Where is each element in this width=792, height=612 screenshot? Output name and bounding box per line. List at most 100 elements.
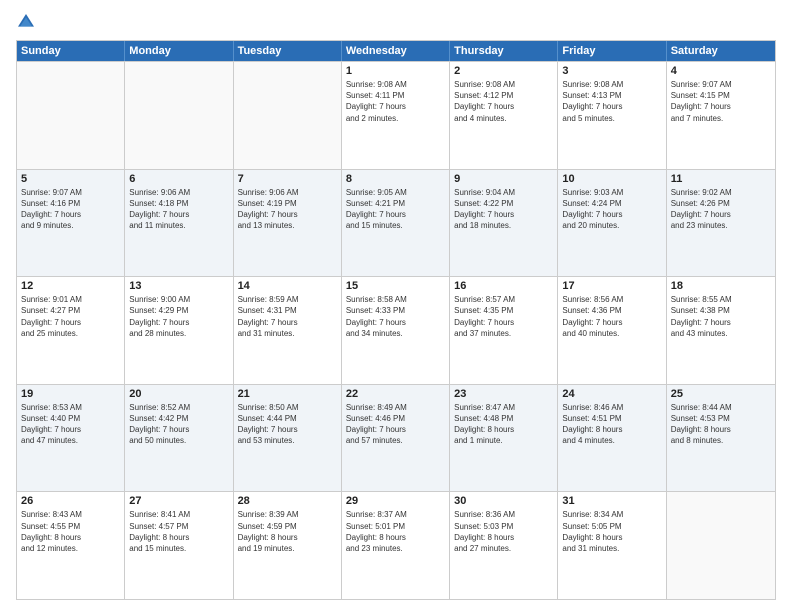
cell-info: Sunrise: 8:34 AM Sunset: 5:05 PM Dayligh… bbox=[562, 509, 661, 554]
calendar-cell-10: 10 Sunrise: 9:03 AM Sunset: 4:24 PM Dayli… bbox=[558, 170, 666, 277]
calendar-cell-7: 7Sunrise: 9:06 AM Sunset: 4:19 PM Daylig… bbox=[234, 170, 342, 277]
calendar-cell-empty-0-1 bbox=[125, 62, 233, 169]
cell-info: Sunrise: 9:08 AM Sunset: 4:12 PM Dayligh… bbox=[454, 79, 553, 124]
calendar-cell-empty-0-0 bbox=[17, 62, 125, 169]
page: SundayMondayTuesdayWednesdayThursdayFrid… bbox=[0, 0, 792, 612]
calendar-cell-empty-0-2 bbox=[234, 62, 342, 169]
cell-info: Sunrise: 9:06 AM Sunset: 4:18 PM Dayligh… bbox=[129, 187, 228, 232]
day-number: 6 bbox=[129, 173, 228, 185]
cell-info: Sunrise: 8:50 AM Sunset: 4:44 PM Dayligh… bbox=[238, 402, 337, 447]
calendar-cell-6: 6 Sunrise: 9:06 AM Sunset: 4:18 PM Daylig… bbox=[125, 170, 233, 277]
cell-info: Sunrise: 8:41 AM Sunset: 4:57 PM Dayligh… bbox=[129, 509, 228, 554]
day-number: 15 bbox=[346, 280, 445, 292]
calendar-cell-31: 31 Sunrise: 8:34 AM Sunset: 5:05 PM Dayli… bbox=[558, 492, 666, 599]
header-day-friday: Friday bbox=[558, 41, 666, 61]
header-day-saturday: Saturday bbox=[667, 41, 775, 61]
cell-info: Sunrise: 9:03 AM Sunset: 4:24 PM Dayligh… bbox=[562, 187, 661, 232]
header-day-tuesday: Tuesday bbox=[234, 41, 342, 61]
day-number: 20 bbox=[129, 388, 228, 400]
calendar-cell-26: 26 Sunrise: 8:43 AM Sunset: 4:55 PM Dayli… bbox=[17, 492, 125, 599]
logo bbox=[16, 12, 40, 32]
header bbox=[16, 12, 776, 32]
calendar-cell-24: 24 Sunrise: 8:46 AM Sunset: 4:51 PM Dayli… bbox=[558, 385, 666, 492]
calendar-row-1: 1 Sunrise: 9:08 AM Sunset: 4:11 PM Daylig… bbox=[17, 61, 775, 169]
header-day-monday: Monday bbox=[125, 41, 233, 61]
calendar-row-4: 19 Sunrise: 8:53 AM Sunset: 4:40 PM Dayli… bbox=[17, 384, 775, 492]
day-number: 2 bbox=[454, 65, 553, 77]
calendar-cell-1: 1 Sunrise: 9:08 AM Sunset: 4:11 PM Daylig… bbox=[342, 62, 450, 169]
day-number: 23 bbox=[454, 388, 553, 400]
header-day-thursday: Thursday bbox=[450, 41, 558, 61]
calendar-cell-25: 25 Sunrise: 8:44 AM Sunset: 4:53 PM Dayli… bbox=[667, 385, 775, 492]
day-number: 16 bbox=[454, 280, 553, 292]
day-number: 18 bbox=[671, 280, 771, 292]
calendar-body: 1 Sunrise: 9:08 AM Sunset: 4:11 PM Daylig… bbox=[17, 61, 775, 599]
cell-info: Sunrise: 9:07 AM Sunset: 4:16 PM Dayligh… bbox=[21, 187, 120, 232]
calendar-cell-empty-4-6 bbox=[667, 492, 775, 599]
day-number: 27 bbox=[129, 495, 228, 507]
calendar-row-3: 12 Sunrise: 9:01 AM Sunset: 4:27 PM Dayli… bbox=[17, 276, 775, 384]
cell-info: Sunrise: 8:57 AM Sunset: 4:35 PM Dayligh… bbox=[454, 294, 553, 339]
calendar-cell-5: 5 Sunrise: 9:07 AM Sunset: 4:16 PM Daylig… bbox=[17, 170, 125, 277]
cell-info: Sunrise: 8:37 AM Sunset: 5:01 PM Dayligh… bbox=[346, 509, 445, 554]
day-number: 19 bbox=[21, 388, 120, 400]
day-number: 28 bbox=[238, 495, 337, 507]
calendar-header: SundayMondayTuesdayWednesdayThursdayFrid… bbox=[17, 41, 775, 61]
header-day-sunday: Sunday bbox=[17, 41, 125, 61]
calendar-cell-9: 9Sunrise: 9:04 AM Sunset: 4:22 PM Daylig… bbox=[450, 170, 558, 277]
calendar-cell-13: 13 Sunrise: 9:00 AM Sunset: 4:29 PM Dayli… bbox=[125, 277, 233, 384]
cell-info: Sunrise: 8:44 AM Sunset: 4:53 PM Dayligh… bbox=[671, 402, 771, 447]
day-number: 10 bbox=[562, 173, 661, 185]
cell-info: Sunrise: 9:00 AM Sunset: 4:29 PM Dayligh… bbox=[129, 294, 228, 339]
day-number: 8 bbox=[346, 173, 445, 185]
cell-info: Sunrise: 9:01 AM Sunset: 4:27 PM Dayligh… bbox=[21, 294, 120, 339]
calendar-row-5: 26 Sunrise: 8:43 AM Sunset: 4:55 PM Dayli… bbox=[17, 491, 775, 599]
cell-info: Sunrise: 9:08 AM Sunset: 4:13 PM Dayligh… bbox=[562, 79, 661, 124]
calendar-cell-12: 12 Sunrise: 9:01 AM Sunset: 4:27 PM Dayli… bbox=[17, 277, 125, 384]
calendar-cell-20: 20Sunrise: 8:52 AM Sunset: 4:42 PM Dayli… bbox=[125, 385, 233, 492]
cell-info: Sunrise: 8:46 AM Sunset: 4:51 PM Dayligh… bbox=[562, 402, 661, 447]
cell-info: Sunrise: 8:39 AM Sunset: 4:59 PM Dayligh… bbox=[238, 509, 337, 554]
day-number: 11 bbox=[671, 173, 771, 185]
calendar: SundayMondayTuesdayWednesdayThursdayFrid… bbox=[16, 40, 776, 600]
calendar-cell-8: 8Sunrise: 9:05 AM Sunset: 4:21 PM Daylig… bbox=[342, 170, 450, 277]
calendar-cell-19: 19 Sunrise: 8:53 AM Sunset: 4:40 PM Dayli… bbox=[17, 385, 125, 492]
cell-info: Sunrise: 8:43 AM Sunset: 4:55 PM Dayligh… bbox=[21, 509, 120, 554]
calendar-cell-29: 29Sunrise: 8:37 AM Sunset: 5:01 PM Dayli… bbox=[342, 492, 450, 599]
cell-info: Sunrise: 9:07 AM Sunset: 4:15 PM Dayligh… bbox=[671, 79, 771, 124]
cell-info: Sunrise: 8:36 AM Sunset: 5:03 PM Dayligh… bbox=[454, 509, 553, 554]
cell-info: Sunrise: 9:02 AM Sunset: 4:26 PM Dayligh… bbox=[671, 187, 771, 232]
day-number: 25 bbox=[671, 388, 771, 400]
calendar-cell-17: 17Sunrise: 8:56 AM Sunset: 4:36 PM Dayli… bbox=[558, 277, 666, 384]
header-day-wednesday: Wednesday bbox=[342, 41, 450, 61]
day-number: 13 bbox=[129, 280, 228, 292]
day-number: 1 bbox=[346, 65, 445, 77]
cell-info: Sunrise: 8:58 AM Sunset: 4:33 PM Dayligh… bbox=[346, 294, 445, 339]
calendar-cell-4: 4 Sunrise: 9:07 AM Sunset: 4:15 PM Daylig… bbox=[667, 62, 775, 169]
cell-info: Sunrise: 9:08 AM Sunset: 4:11 PM Dayligh… bbox=[346, 79, 445, 124]
calendar-cell-15: 15 Sunrise: 8:58 AM Sunset: 4:33 PM Dayli… bbox=[342, 277, 450, 384]
day-number: 21 bbox=[238, 388, 337, 400]
calendar-cell-2: 2 Sunrise: 9:08 AM Sunset: 4:12 PM Daylig… bbox=[450, 62, 558, 169]
calendar-cell-16: 16 Sunrise: 8:57 AM Sunset: 4:35 PM Dayli… bbox=[450, 277, 558, 384]
cell-info: Sunrise: 8:49 AM Sunset: 4:46 PM Dayligh… bbox=[346, 402, 445, 447]
calendar-row-2: 5 Sunrise: 9:07 AM Sunset: 4:16 PM Daylig… bbox=[17, 169, 775, 277]
calendar-cell-30: 30 Sunrise: 8:36 AM Sunset: 5:03 PM Dayli… bbox=[450, 492, 558, 599]
calendar-cell-21: 21 Sunrise: 8:50 AM Sunset: 4:44 PM Dayli… bbox=[234, 385, 342, 492]
day-number: 30 bbox=[454, 495, 553, 507]
cell-info: Sunrise: 9:04 AM Sunset: 4:22 PM Dayligh… bbox=[454, 187, 553, 232]
day-number: 24 bbox=[562, 388, 661, 400]
calendar-cell-3: 3Sunrise: 9:08 AM Sunset: 4:13 PM Daylig… bbox=[558, 62, 666, 169]
calendar-cell-27: 27 Sunrise: 8:41 AM Sunset: 4:57 PM Dayli… bbox=[125, 492, 233, 599]
day-number: 31 bbox=[562, 495, 661, 507]
calendar-cell-28: 28 Sunrise: 8:39 AM Sunset: 4:59 PM Dayli… bbox=[234, 492, 342, 599]
day-number: 22 bbox=[346, 388, 445, 400]
day-number: 7 bbox=[238, 173, 337, 185]
cell-info: Sunrise: 8:55 AM Sunset: 4:38 PM Dayligh… bbox=[671, 294, 771, 339]
calendar-cell-22: 22 Sunrise: 8:49 AM Sunset: 4:46 PM Dayli… bbox=[342, 385, 450, 492]
day-number: 12 bbox=[21, 280, 120, 292]
day-number: 26 bbox=[21, 495, 120, 507]
day-number: 4 bbox=[671, 65, 771, 77]
day-number: 5 bbox=[21, 173, 120, 185]
cell-info: Sunrise: 8:53 AM Sunset: 4:40 PM Dayligh… bbox=[21, 402, 120, 447]
